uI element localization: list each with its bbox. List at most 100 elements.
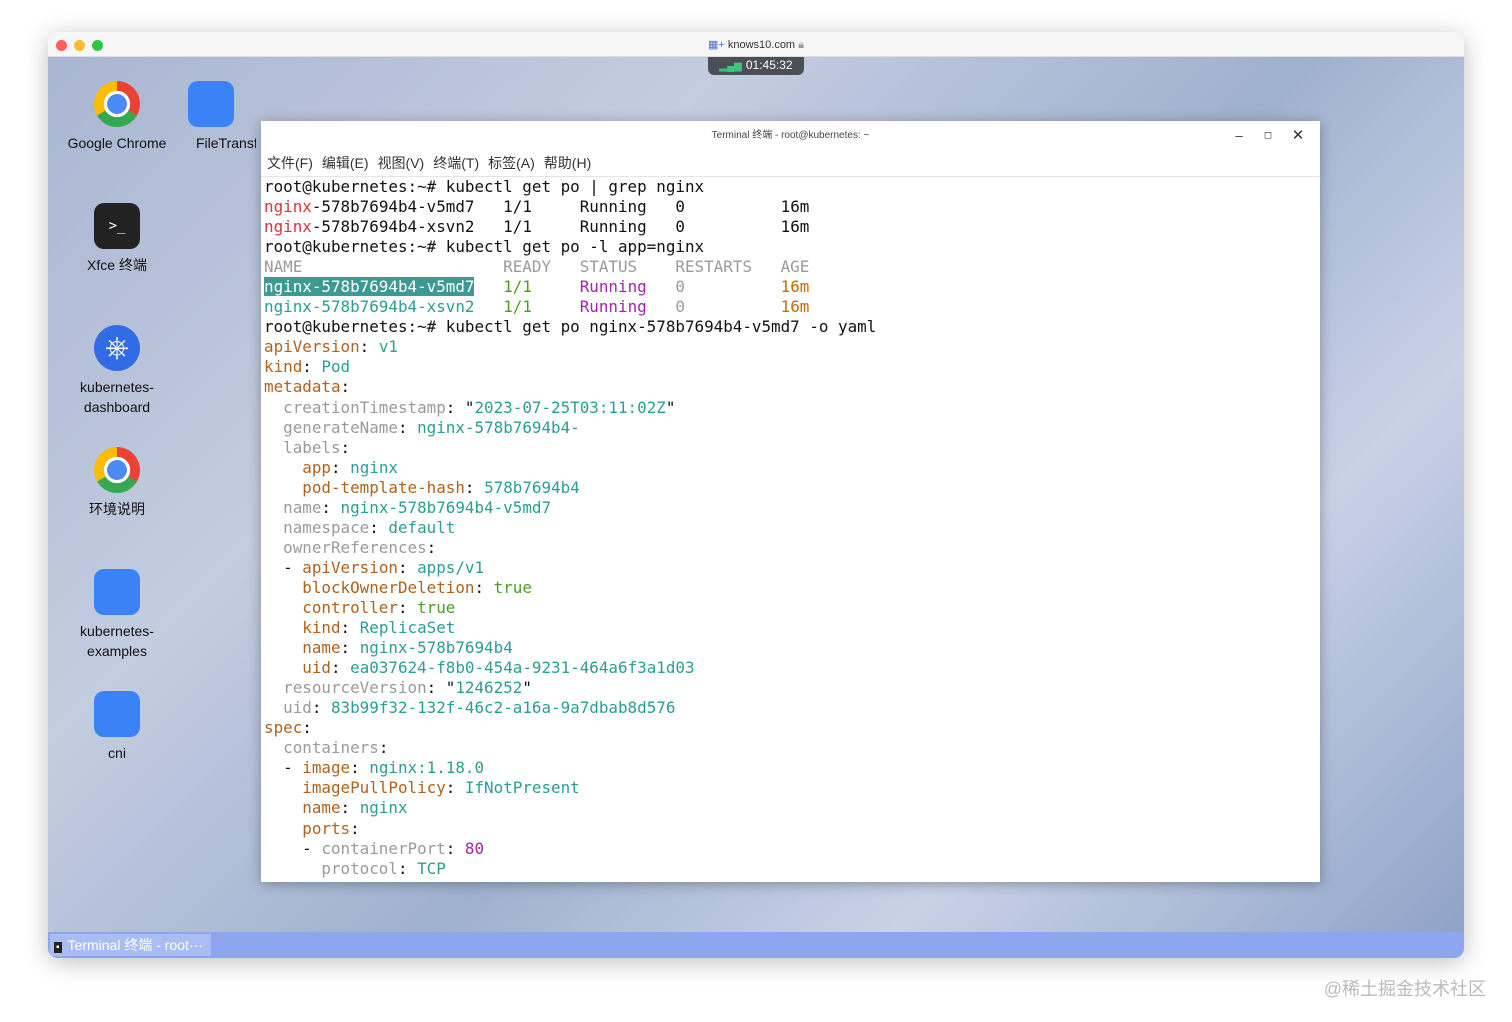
desktop-icon-filetransfer[interactable]: FileTransfer xyxy=(166,81,256,153)
menu-tabs[interactable]: 标签(A) xyxy=(488,155,535,171)
desktop-icon-kubernetes-examples[interactable]: kubernetes- examples xyxy=(49,569,185,661)
terminal-line: - image: nginx:1.18.0 xyxy=(264,758,1317,778)
terminal-text: nginx-578b7694b4-v5md7 xyxy=(264,277,475,297)
terminal-titlebar[interactable]: Terminal 终端 - root@kubernetes: ~ – ◻ ✕ xyxy=(261,121,1320,150)
window-title: Terminal 终端 - root@kubernetes: ~ xyxy=(711,130,870,141)
terminal-text: : xyxy=(330,658,351,678)
terminal-text: : xyxy=(330,457,351,477)
terminal-text: uid xyxy=(264,698,312,718)
terminal-text: root@kubernetes:~# kubectl get po nginx-… xyxy=(264,317,877,337)
terminal-text: 1/1 xyxy=(503,277,532,297)
terminal-text: true xyxy=(493,577,532,597)
terminal-line: labels: xyxy=(264,438,1317,458)
terminal-line: app: nginx xyxy=(264,458,1317,478)
terminal-line: root@kubernetes:~# kubectl get po -l app… xyxy=(264,237,1317,257)
menu-file[interactable]: 文件(F) xyxy=(267,155,313,171)
terminal-text: nginx-578b7694b4-v5md7 xyxy=(340,497,552,517)
terminal-text: Running xyxy=(579,277,647,297)
terminal-icon: >_ xyxy=(94,203,140,249)
terminal-text: : " xyxy=(426,678,456,698)
desktop-icon-google-chrome[interactable]: Google Chrome xyxy=(49,81,185,153)
icon-label: kubernetes- dashboard xyxy=(80,379,154,415)
terminal-text: nginx xyxy=(350,457,398,477)
terminal-text: : xyxy=(350,818,360,838)
terminal-text: 16m xyxy=(780,297,810,317)
terminal-text: : xyxy=(445,838,465,858)
terminal-text: : xyxy=(321,497,341,517)
terminal-text: -578b7694b4-v5md7 1/1 Running 0 16m xyxy=(311,197,810,217)
terminal-line: - containerPort: 80 xyxy=(264,839,1317,859)
terminal-line: name: nginx xyxy=(264,798,1317,818)
terminal-text: 0 xyxy=(675,277,685,297)
terminal-text: : xyxy=(397,597,418,617)
close-button[interactable]: ✕ xyxy=(1283,121,1313,150)
terminal-text: pod-template-hash xyxy=(264,477,465,497)
terminal-text: image xyxy=(302,758,351,778)
terminal-line: namespace: default xyxy=(264,518,1317,538)
terminal-text: name xyxy=(264,497,322,517)
terminal-text: kind xyxy=(264,357,303,377)
url-text: knows10.com xyxy=(727,39,796,51)
terminal-text: : xyxy=(340,638,360,658)
terminal-text: uid xyxy=(264,658,331,678)
terminal-text: containers xyxy=(264,738,379,758)
desktop-icon-env-notes[interactable]: 环境说明 xyxy=(49,447,185,519)
terminal-text: : xyxy=(397,417,418,437)
terminal-text: nginx:1.18.0 xyxy=(369,758,485,778)
maximize-button[interactable]: ◻ xyxy=(1253,121,1283,150)
site-icon: ▦+ xyxy=(707,39,728,51)
terminal-text: app xyxy=(264,457,331,477)
terminal-line: - apiVersion: apps/v1 xyxy=(264,558,1317,578)
terminal-output[interactable]: root@kubernetes:~# kubectl get po | grep… xyxy=(261,177,1320,879)
terminal-text: : xyxy=(474,577,494,597)
terminal-text: Pod xyxy=(321,357,351,377)
terminal-line: blockOwnerDeletion: true xyxy=(264,578,1317,598)
terminal-text: imagePullPolicy xyxy=(264,778,446,798)
terminal-text: : xyxy=(359,337,379,357)
terminal-text: - xyxy=(264,758,303,778)
terminal-text: - xyxy=(264,838,322,858)
terminal-line: NAME READY STATUS RESTARTS AGE xyxy=(264,257,1317,277)
terminal-text: : xyxy=(340,437,351,457)
terminal-text: Running xyxy=(579,297,647,317)
terminal-text: default xyxy=(388,517,456,537)
terminal-line: name: nginx-578b7694b4 xyxy=(264,638,1317,658)
terminal-text: : xyxy=(340,618,360,638)
desktop-icon-kubernetes-dashboard[interactable]: ⎈ kubernetes- dashboard xyxy=(49,325,185,417)
menu-edit[interactable]: 编辑(E) xyxy=(322,155,369,171)
address-bar[interactable]: ▦+ knows10.com 🔒︎ xyxy=(48,38,1464,52)
signal-icon: ▂▄▆ xyxy=(719,61,742,72)
terminal-text: : xyxy=(311,698,331,718)
terminal-text: true xyxy=(417,597,456,617)
menu-help[interactable]: 帮助(H) xyxy=(544,155,591,171)
terminal-text: kind xyxy=(264,618,341,638)
terminal-line: nginx-578b7694b4-v5md7 1/1 Running 0 16m xyxy=(264,197,1317,217)
menu-terminal[interactable]: 终端(T) xyxy=(433,155,479,171)
icon-label: cni xyxy=(108,745,126,761)
terminal-text: apps/v1 xyxy=(417,557,485,577)
desktop-icon-cni[interactable]: cni xyxy=(49,691,185,763)
menu-view[interactable]: 视图(V) xyxy=(378,155,425,171)
terminal-text: root@kubernetes:~# kubectl get po | grep… xyxy=(264,177,705,196)
terminal-text: NAME READY STATUS RESTARTS AGE xyxy=(264,257,810,277)
terminal-line: resourceVersion: "1246252" xyxy=(264,678,1317,698)
terminal-text: : " xyxy=(445,397,475,417)
minimize-button[interactable]: – xyxy=(1224,121,1254,150)
taskbar-item-terminal[interactable]: ▪ Terminal 终端 - root··· xyxy=(50,934,211,956)
terminal-text: nginx xyxy=(264,197,312,217)
icon-label: kubernetes- examples xyxy=(80,623,154,659)
terminal-text: v1 xyxy=(378,337,398,357)
terminal-text: : xyxy=(378,738,389,758)
terminal-line: nginx-578b7694b4-xsvn2 1/1 Running 0 16m xyxy=(264,217,1317,237)
kubernetes-icon: ⎈ xyxy=(94,325,140,371)
terminal-text: name xyxy=(264,798,341,818)
terminal-line: kind: ReplicaSet xyxy=(264,618,1317,638)
folder-icon xyxy=(94,569,140,615)
desktop-icon-xfce-terminal[interactable]: >_ Xfce 终端 xyxy=(49,203,185,275)
terminal-line: imagePullPolicy: IfNotPresent xyxy=(264,778,1317,798)
terminal-line: containers: xyxy=(264,738,1317,758)
